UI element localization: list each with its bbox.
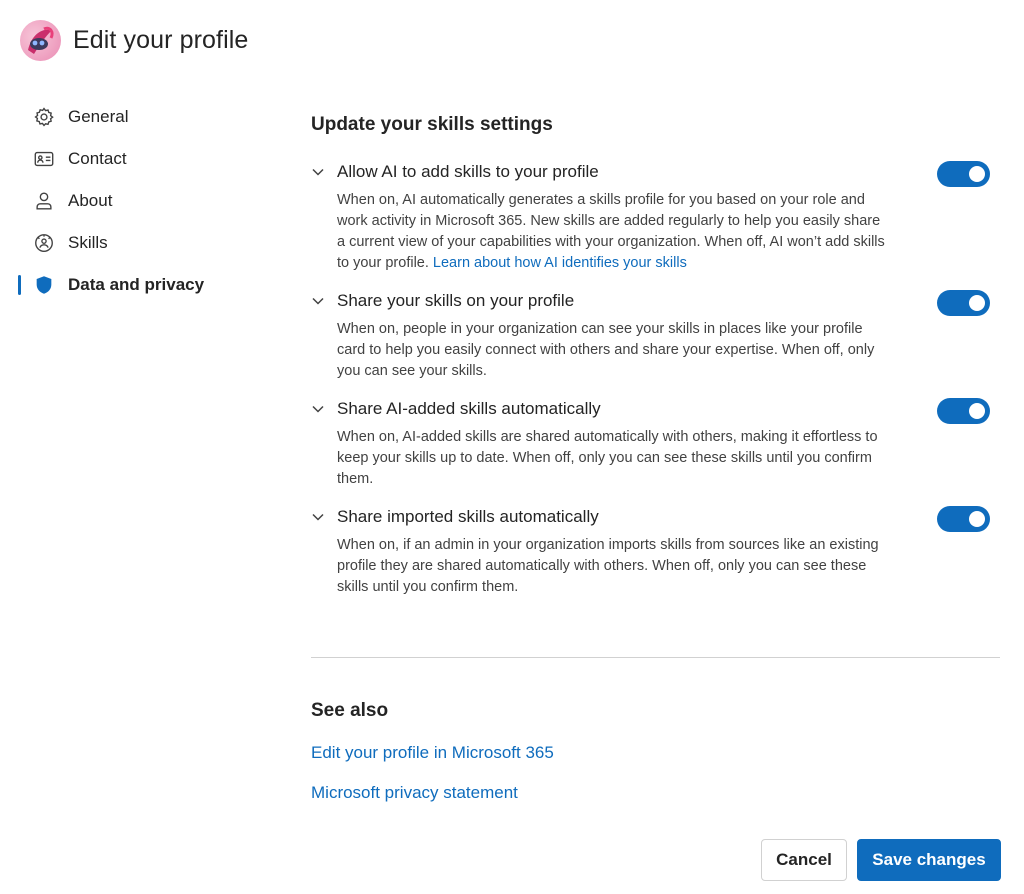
page-title: Edit your profile xyxy=(73,26,249,54)
setting-allow-ai-skills: Allow AI to add skills to your profile W… xyxy=(311,159,1001,274)
share-skills-toggle[interactable] xyxy=(937,290,990,316)
privacy-statement-link[interactable]: Microsoft privacy statement xyxy=(311,783,554,803)
section-title: Update your skills settings xyxy=(311,114,553,135)
save-button[interactable]: Save changes xyxy=(857,839,1001,881)
sidebar-item-contact[interactable]: Contact xyxy=(18,138,278,180)
sidebar-item-general[interactable]: General xyxy=(18,96,278,138)
chevron-down-icon[interactable] xyxy=(311,402,337,416)
skills-settings-panel: Update your skills settings Allow AI to … xyxy=(311,114,1001,598)
sidebar-item-label: About xyxy=(68,191,113,210)
setting-title: Share AI-added skills automatically xyxy=(337,399,601,418)
chevron-down-icon[interactable] xyxy=(311,510,337,524)
person-icon xyxy=(32,189,56,213)
setting-share-ai-added: Share AI-added skills automatically When… xyxy=(311,396,1001,490)
share-imported-toggle[interactable] xyxy=(937,506,990,532)
share-ai-added-toggle[interactable] xyxy=(937,398,990,424)
avatar-image xyxy=(28,26,54,54)
shield-icon xyxy=(32,273,56,297)
setting-share-skills: Share your skills on your profile When o… xyxy=(311,288,1001,382)
learn-more-link[interactable]: Learn about how AI identifies your skill… xyxy=(433,255,687,271)
setting-description: When on, AI-added skills are shared auto… xyxy=(337,429,878,487)
sidebar-item-skills[interactable]: Skills xyxy=(18,222,278,264)
divider xyxy=(311,657,1000,658)
allow-ai-skills-toggle[interactable] xyxy=(937,161,990,187)
sidebar-item-about[interactable]: About xyxy=(18,180,278,222)
sidebar-item-label: Data and privacy xyxy=(68,275,205,294)
chevron-down-icon[interactable] xyxy=(311,165,337,179)
contact-card-icon xyxy=(32,147,56,171)
see-also-title: See also xyxy=(311,700,389,721)
chevron-down-icon[interactable] xyxy=(311,294,337,308)
edit-profile-m365-link[interactable]: Edit your profile in Microsoft 365 xyxy=(311,743,554,763)
setting-description: When on, AI automatically generates a sk… xyxy=(337,192,885,271)
sidebar-item-label: Contact xyxy=(68,149,127,168)
setting-description: When on, people in your organization can… xyxy=(337,321,875,379)
setting-title: Share imported skills automatically xyxy=(337,507,599,526)
cancel-button[interactable]: Cancel xyxy=(761,839,847,881)
sidebar-nav: General Contact About Skills Data and pr… xyxy=(18,96,278,306)
sidebar-item-data-and-privacy[interactable]: Data and privacy xyxy=(18,264,278,306)
gear-icon xyxy=(32,105,56,129)
see-also-section: See also Edit your profile in Microsoft … xyxy=(311,700,554,803)
setting-description: When on, if an admin in your organizatio… xyxy=(337,537,879,595)
page-header: Edit your profile xyxy=(20,20,248,61)
skills-icon xyxy=(32,231,56,255)
avatar[interactable] xyxy=(20,20,61,61)
setting-title: Share your skills on your profile xyxy=(337,291,575,310)
sidebar-item-label: Skills xyxy=(68,233,108,252)
setting-title: Allow AI to add skills to your profile xyxy=(337,162,599,181)
sidebar-item-label: General xyxy=(68,107,129,126)
setting-share-imported: Share imported skills automatically When… xyxy=(311,504,1001,598)
